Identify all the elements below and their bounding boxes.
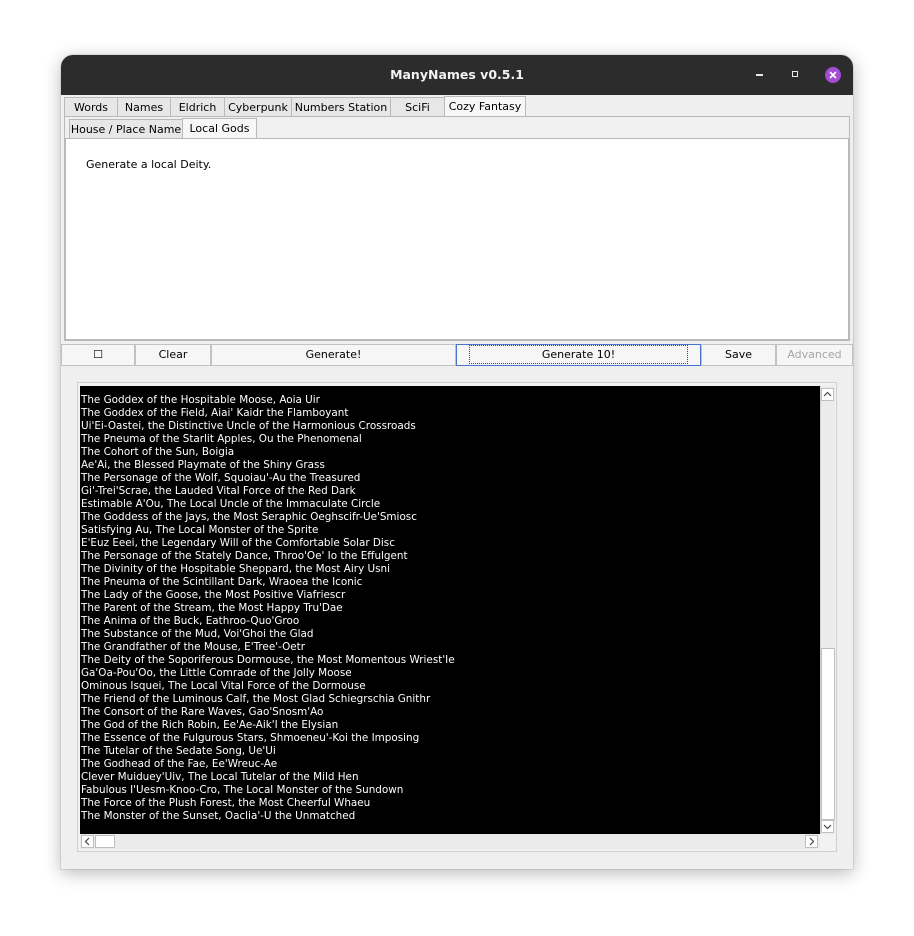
scroll-down-button[interactable] — [821, 820, 834, 833]
close-button[interactable] — [825, 67, 841, 83]
output-console[interactable]: The Goddex of the Hospitable Moose, Aoia… — [80, 386, 820, 834]
output-line: The Essence of the Fulgurous Stars, Shmo… — [81, 732, 420, 744]
advanced-button[interactable]: Advanced — [776, 344, 853, 366]
scroll-right-button[interactable] — [805, 835, 818, 848]
description-text: Generate a local Deity. — [86, 158, 212, 171]
scroll-up-button[interactable] — [821, 388, 834, 401]
chevron-down-icon — [823, 824, 832, 830]
output-frame: The Goddex of the Hospitable Moose, Aoia… — [77, 382, 837, 852]
output-line: The Goddess of the Jays, the Most Seraph… — [81, 511, 417, 523]
description-panel: Generate a local Deity. — [65, 138, 849, 340]
output-line: The Grandfather of the Mouse, E'Tree'-Oe… — [81, 641, 306, 653]
output-line: The Personage of the Stately Dance, Thro… — [81, 550, 408, 562]
output-line: The Force of the Plush Forest, the Most … — [81, 797, 371, 809]
close-icon — [829, 71, 837, 79]
output-line: Ui'Ei-Oastei, the Distinctive Uncle of t… — [81, 420, 416, 432]
vertical-scrollbar[interactable] — [820, 386, 835, 834]
chevron-up-icon — [823, 391, 832, 397]
generate-button[interactable]: Generate! — [211, 344, 456, 366]
window-title: ManyNames v0.5.1 — [390, 67, 524, 82]
output-line: The Lady of the Goose, the Most Positive… — [81, 589, 346, 601]
output-line: Estimable A'Ou, The Local Uncle of the I… — [81, 498, 381, 510]
output-line: Gi'-Trei'Scrae, the Lauded Vital Force o… — [81, 485, 356, 497]
output-line: Ga'Oa-Pou'Oo, the Little Comrade of the … — [81, 667, 352, 679]
output-line: The Consort of the Rare Waves, Gao'Snosm… — [81, 706, 324, 718]
output-line: Ominous Isquei, The Local Vital Force of… — [81, 680, 366, 692]
tab-words[interactable]: Words — [64, 97, 118, 116]
output-line: The Cohort of the Sun, Boigia — [81, 446, 235, 458]
output-line: The Substance of the Mud, Voi'Ghoi the G… — [81, 628, 314, 640]
checkbox-icon: ☐ — [93, 348, 103, 361]
clear-label: Clear — [158, 348, 188, 361]
tab-numbers-station[interactable]: Numbers Station — [291, 97, 391, 116]
output-line: E'Euz Eeei, the Legendary Will of the Co… — [81, 537, 395, 549]
output-line: The Friend of the Luminous Calf, the Mos… — [81, 693, 431, 705]
chevron-left-icon — [84, 837, 90, 846]
scroll-left-button[interactable] — [81, 835, 94, 848]
cozy-fantasy-pane: House / Place Name Local Gods Generate a… — [64, 116, 850, 341]
output-line: Satisfying Au, The Local Monster of the … — [81, 524, 319, 536]
action-bar: ☐ Clear Generate! Generate 10! Save Adva… — [61, 344, 853, 367]
maximize-button[interactable] — [787, 67, 803, 83]
generate-10-label: Generate 10! — [468, 345, 689, 364]
output-line: Fabulous I'Uesm-Knoo-Cro, The Local Mons… — [81, 784, 404, 796]
output-line: The Divinity of the Hospitable Sheppard,… — [81, 563, 391, 575]
tab-cyberpunk[interactable]: Cyberpunk — [224, 97, 292, 116]
tab-house-place-name[interactable]: House / Place Name — [69, 119, 183, 138]
tab-local-gods[interactable]: Local Gods — [182, 118, 257, 138]
output-line: The Anima of the Buck, Eathroo-Quo'Groo — [81, 615, 300, 627]
tab-eldrich[interactable]: Eldrich — [170, 97, 225, 116]
generate-10-button[interactable]: Generate 10! — [456, 344, 701, 366]
app-window: ManyNames v0.5.1 Words Names Eldrich Cyb… — [61, 55, 853, 869]
tab-names[interactable]: Names — [117, 97, 171, 116]
horizontal-scroll-thumb[interactable] — [95, 835, 115, 848]
minimize-button[interactable] — [752, 67, 768, 83]
advanced-label: Advanced — [787, 348, 842, 361]
output-line: The Parent of the Stream, the Most Happy… — [81, 602, 343, 614]
output-line: The Deity of the Soporiferous Dormouse, … — [81, 654, 455, 666]
checkbox-button[interactable]: ☐ — [61, 344, 135, 366]
output-line: Clever Muiduey'Uiv, The Local Tutelar of… — [81, 771, 359, 783]
output-line: The Tutelar of the Sedate Song, Ue'Ui — [81, 745, 276, 757]
save-button[interactable]: Save — [701, 344, 776, 366]
output-line: The God of the Rich Robin, Ee'Ae-Aik'I t… — [81, 719, 339, 731]
output-line: The Monster of the Sunset, Oaclia'-U the… — [81, 810, 356, 822]
output-line: The Personage of the Wolf, Squoiau'-Au t… — [81, 472, 361, 484]
output-line: The Goddex of the Hospitable Moose, Aoia… — [81, 394, 320, 406]
save-label: Save — [724, 348, 752, 361]
tab-scifi[interactable]: SciFi — [390, 97, 445, 116]
output-line: The Pneuma of the Scintillant Dark, Wrao… — [81, 576, 363, 588]
generate-label: Generate! — [305, 348, 362, 361]
clear-button[interactable]: Clear — [135, 344, 211, 366]
output-line: Ae'Ai, the Blessed Playmate of the Shiny… — [81, 459, 325, 471]
vertical-scroll-thumb[interactable] — [821, 648, 835, 820]
horizontal-scrollbar[interactable] — [80, 834, 820, 849]
output-line: The Goddex of the Field, Aiai' Kaidr the… — [81, 407, 349, 419]
chevron-right-icon — [809, 837, 815, 846]
tab-cozy-fantasy[interactable]: Cozy Fantasy — [444, 96, 526, 116]
title-bar[interactable]: ManyNames v0.5.1 — [61, 55, 853, 95]
output-line: The Pneuma of the Starlit Apples, Ou the… — [81, 433, 362, 445]
output-line: The Godhead of the Fae, Ee'Wreuc-Ae — [81, 758, 278, 770]
